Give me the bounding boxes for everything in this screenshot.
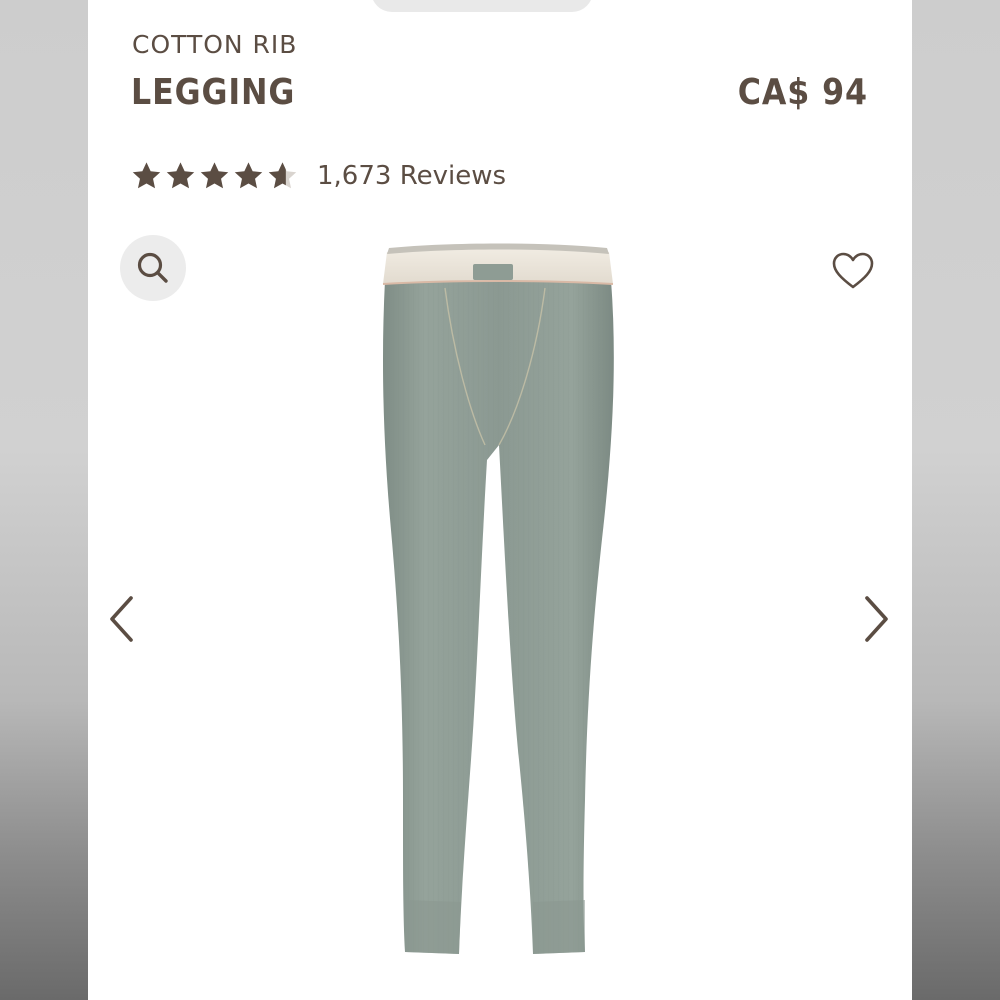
next-image-button[interactable] <box>856 592 896 646</box>
rating-summary[interactable]: 1,673 Reviews <box>130 156 506 196</box>
star-rating <box>130 160 299 192</box>
previous-image-button[interactable] <box>102 592 142 646</box>
chevron-right-icon <box>865 596 888 642</box>
star-icon <box>166 162 195 189</box>
search-icon <box>137 252 168 283</box>
zoom-search-button[interactable] <box>120 235 186 301</box>
product-title: LEGGING <box>131 72 296 113</box>
top-handle <box>371 0 593 12</box>
product-price: CA$ 94 <box>737 72 868 113</box>
product-card: COTTON RIB LEGGING CA$ 94 1,673 Reviews <box>88 0 912 1000</box>
star-icon <box>200 162 229 189</box>
reviews-link[interactable]: 1,673 Reviews <box>317 161 506 191</box>
star-half-icon <box>268 162 297 189</box>
star-icon <box>132 162 161 189</box>
background-right <box>912 0 1000 1000</box>
product-subtitle: COTTON RIB <box>132 30 298 59</box>
favorite-button[interactable] <box>828 248 878 294</box>
background-left <box>0 0 88 1000</box>
chevron-left-icon <box>110 596 133 642</box>
heart-icon <box>832 252 874 289</box>
product-image <box>382 243 614 954</box>
star-icon <box>234 162 263 189</box>
